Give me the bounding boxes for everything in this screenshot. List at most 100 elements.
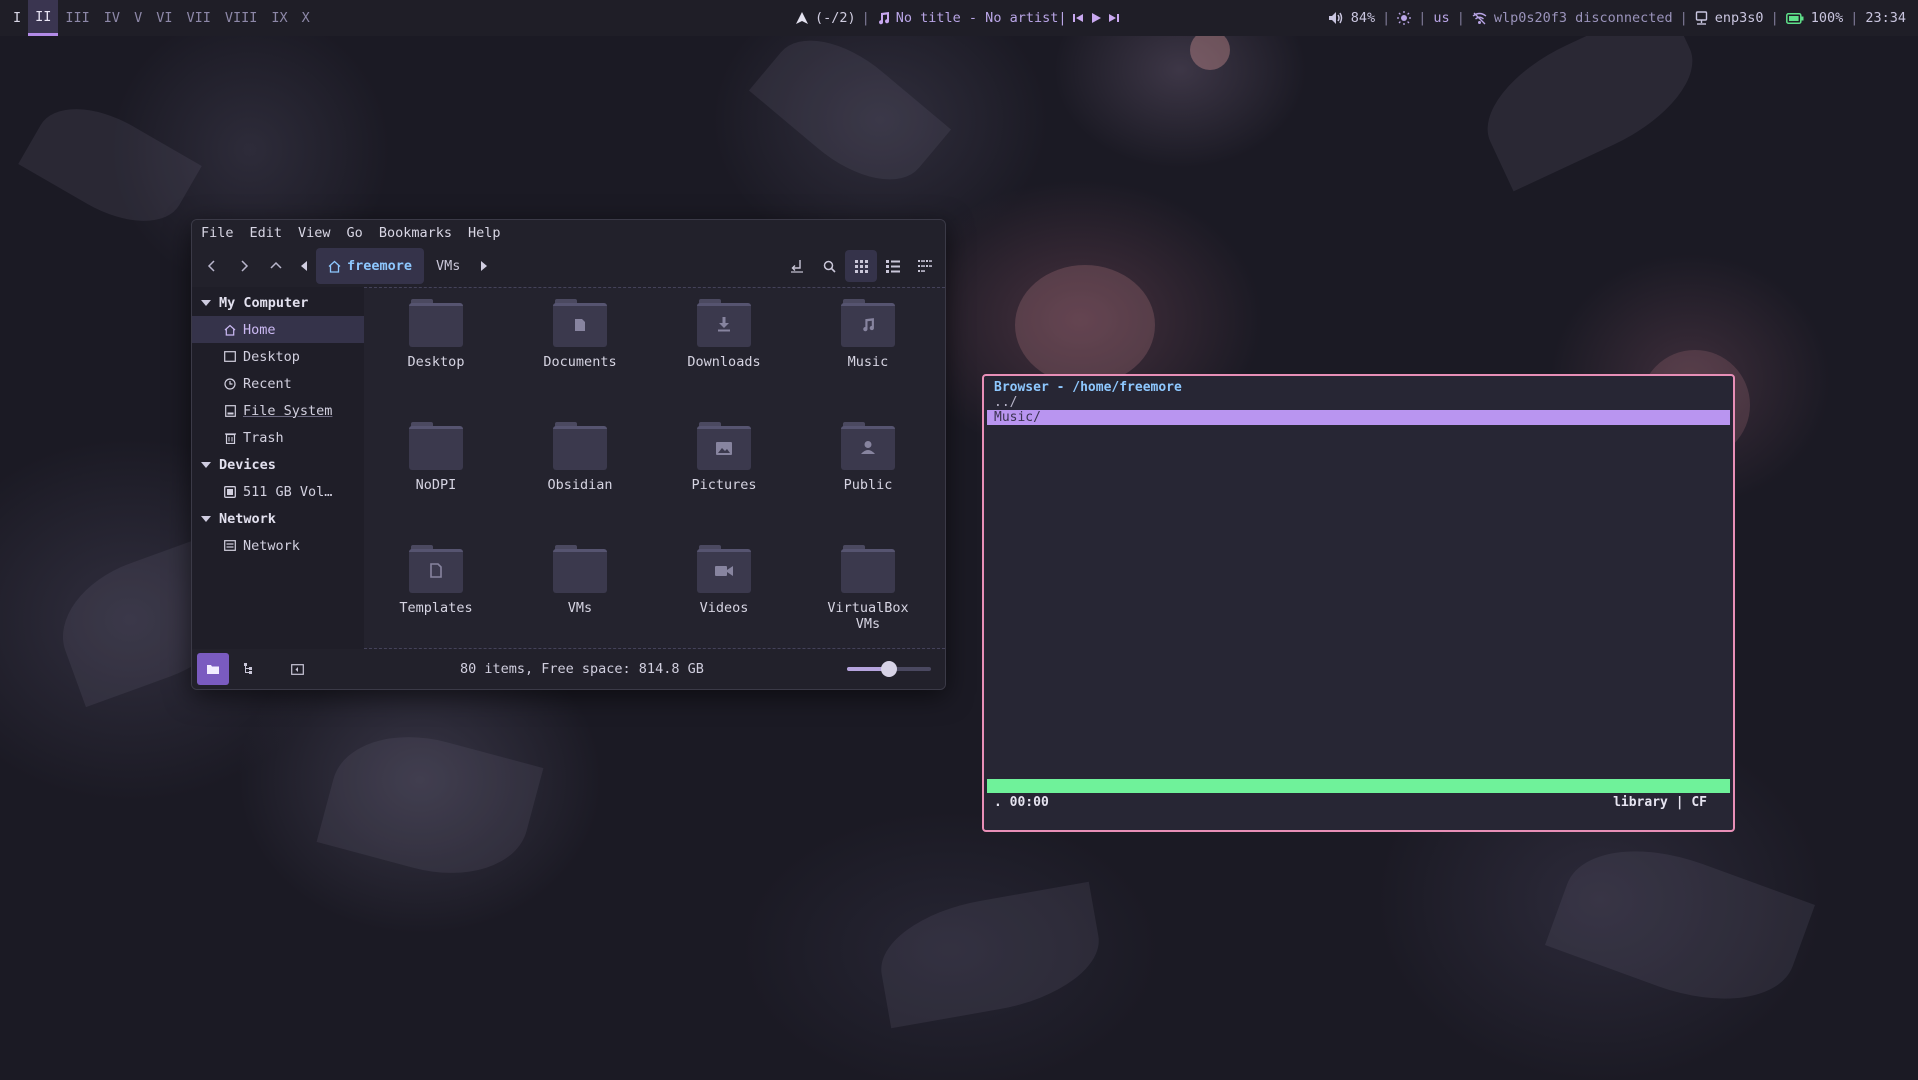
list-view-button[interactable] — [877, 250, 909, 282]
sidebar-item-trash[interactable]: Trash — [192, 424, 364, 451]
sidebar-item-home[interactable]: Home — [192, 316, 364, 343]
battery-level[interactable]: 100% — [1811, 10, 1844, 26]
wifi-off-icon[interactable] — [1472, 12, 1487, 25]
clock[interactable]: 23:34 — [1865, 10, 1906, 26]
workspace-4[interactable]: IV — [97, 0, 127, 36]
folder-label: Public — [843, 477, 893, 493]
wifi-status[interactable]: wlp0s20f3 disconnected — [1494, 10, 1673, 26]
volume-icon[interactable] — [1328, 11, 1344, 25]
menu-edit[interactable]: Edit — [250, 225, 283, 241]
breadcrumb-home[interactable]: freemore — [316, 248, 425, 284]
workspace-5[interactable]: V — [127, 0, 149, 36]
sidebar-item-desktop[interactable]: Desktop — [192, 343, 364, 370]
volume-level[interactable]: 84% — [1351, 10, 1375, 26]
breadcrumb-home-label: freemore — [347, 258, 413, 274]
sidebar-item-label: Network — [243, 537, 300, 554]
keyboard-layout[interactable]: us — [1433, 10, 1449, 26]
folder-desktop[interactable]: Desktop — [364, 299, 508, 370]
drive-icon — [223, 404, 237, 417]
sidebar-item-file-system[interactable]: File System — [192, 397, 364, 424]
separator: | — [1850, 10, 1859, 26]
location-entry-icon — [791, 260, 803, 273]
top-bar: I II III IV V VI VII VIII IX X (-/2) | N… — [0, 0, 1918, 36]
menu-file[interactable]: File — [201, 225, 234, 241]
sidebar-item-volume[interactable]: 511 GB Vol… — [192, 478, 364, 505]
menu-bookmarks[interactable]: Bookmarks — [379, 225, 452, 241]
breadcrumb-scroll-right[interactable] — [472, 250, 496, 282]
sidebar-section-devices[interactable]: Devices — [192, 451, 364, 478]
play-icon[interactable] — [1090, 12, 1102, 24]
sidebar-item-recent[interactable]: Recent — [192, 370, 364, 397]
forward-button[interactable] — [228, 250, 260, 282]
status-bar: 80 items, Free space: 814.8 GB — [192, 649, 945, 689]
workspace-10[interactable]: X — [295, 0, 317, 36]
next-track-icon[interactable] — [1108, 12, 1120, 24]
folder-label: VirtualBox VMs — [827, 600, 909, 632]
sidebar-item-label: Recent — [243, 375, 292, 392]
view-controls — [781, 250, 941, 282]
selected-entry[interactable]: Music/ — [987, 410, 1730, 425]
brightness-icon[interactable] — [1397, 11, 1412, 25]
folder-templates[interactable]: Templates — [364, 545, 508, 616]
compact-view-button[interactable] — [909, 250, 941, 282]
folder-icon — [841, 545, 895, 593]
menu-view[interactable]: View — [298, 225, 331, 241]
workspace-3[interactable]: III — [58, 0, 96, 36]
search-button[interactable] — [813, 250, 845, 282]
back-button[interactable] — [196, 250, 228, 282]
workspace-9[interactable]: IX — [264, 0, 294, 36]
folder-nodpi[interactable]: NoDPI — [364, 422, 508, 493]
folder-label: Templates — [399, 600, 473, 616]
toggle-location-button[interactable] — [781, 250, 813, 282]
folder-videos[interactable]: Videos — [652, 545, 796, 616]
desktop-icon — [223, 351, 237, 362]
folder-documents[interactable]: Documents — [508, 299, 652, 370]
menu-go[interactable]: Go — [347, 225, 363, 241]
wallpaper-leaf — [316, 716, 544, 894]
file-manager-body: My Computer Home Desktop Recent File Sys… — [192, 287, 945, 649]
ethernet-status[interactable]: enp3s0 — [1715, 10, 1764, 26]
documents-folder-icon — [553, 299, 607, 347]
folder-music[interactable]: Music — [796, 299, 940, 370]
wallpaper-flower — [1015, 265, 1155, 385]
sidebar-item-network[interactable]: Network — [192, 532, 364, 559]
wallpaper-leaf — [872, 881, 1108, 1029]
sidebar-section-my-computer[interactable]: My Computer — [192, 289, 364, 316]
folder-public[interactable]: Public — [796, 422, 940, 493]
show-treeview-button[interactable] — [234, 653, 266, 685]
toggle-sidebar-button[interactable] — [281, 653, 313, 685]
up-button[interactable] — [260, 250, 292, 282]
sidebar-item-label: Desktop — [243, 348, 300, 365]
parent-dir-entry[interactable]: ../ — [994, 395, 1017, 410]
folder-pictures[interactable]: Pictures — [652, 422, 796, 493]
workspace-7[interactable]: VII — [179, 0, 217, 36]
workspace-6[interactable]: VI — [149, 0, 179, 36]
folder-vms[interactable]: VMs — [508, 545, 652, 616]
music-player-terminal[interactable]: Browser - /home/freemore ../ Music/ . 00… — [982, 374, 1735, 832]
workspace-8[interactable]: VIII — [218, 0, 265, 36]
workspace-1[interactable]: I — [6, 0, 28, 36]
breadcrumb-scroll-left[interactable] — [292, 250, 316, 282]
ethernet-icon[interactable] — [1695, 11, 1708, 25]
separator: | — [861, 10, 870, 26]
show-places-button[interactable] — [197, 653, 229, 685]
section-label: Devices — [219, 456, 276, 473]
file-manager-window: File Edit View Go Bookmarks Help freemor… — [191, 219, 946, 690]
network-icon — [223, 540, 237, 551]
workspace-2[interactable]: II — [28, 0, 59, 36]
expand-triangle-icon — [201, 461, 211, 468]
zoom-slider[interactable] — [847, 661, 931, 677]
zoom-slider-knob[interactable] — [881, 661, 897, 677]
folder-virtualbox-vms[interactable]: VirtualBox VMs — [796, 545, 940, 632]
folder-label: Documents — [543, 354, 617, 370]
battery-icon[interactable] — [1785, 12, 1804, 24]
folder-obsidian[interactable]: Obsidian — [508, 422, 652, 493]
folder-label: Desktop — [407, 354, 465, 370]
folder-downloads[interactable]: Downloads — [652, 299, 796, 370]
breadcrumb-vms[interactable]: VMs — [424, 248, 472, 284]
icon-view-button[interactable] — [845, 250, 877, 282]
sidebar-section-network[interactable]: Network — [192, 505, 364, 532]
media-now-playing[interactable]: No title - No artist| — [896, 10, 1067, 26]
menu-help[interactable]: Help — [468, 225, 501, 241]
previous-track-icon[interactable] — [1072, 12, 1084, 24]
